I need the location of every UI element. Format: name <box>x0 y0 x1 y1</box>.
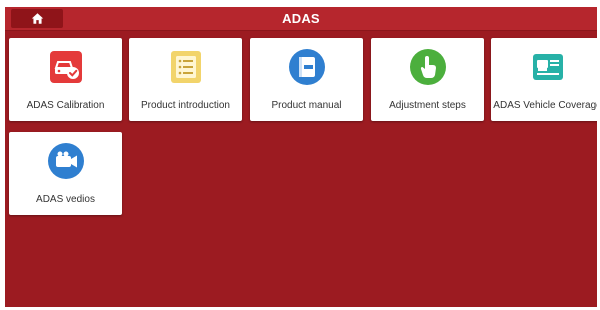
tile-product-introduction[interactable]: Product introduction <box>129 38 242 121</box>
tile-label: Adjustment steps <box>389 100 466 111</box>
tile-adas-calibration[interactable]: ADAS Calibration <box>9 38 122 121</box>
tile-adjustment-steps[interactable]: Adjustment steps <box>371 38 484 121</box>
tile-label: Product introduction <box>141 100 230 111</box>
vehicle-card-icon <box>528 47 568 87</box>
tile-product-manual[interactable]: Product manual <box>250 38 363 121</box>
manual-book-icon <box>287 47 327 87</box>
touch-hand-icon <box>408 47 448 87</box>
video-camera-icon <box>46 141 86 181</box>
car-check-icon <box>46 47 86 87</box>
header-bar: ADAS <box>5 7 597 31</box>
tile-adas-vehicle-coverage[interactable]: ADAS Vehicle Coverage <box>491 38 597 121</box>
tile-label: ADAS Calibration <box>26 100 105 111</box>
tile-label: ADAS vedios <box>36 194 95 205</box>
tile-adas-vedios[interactable]: ADAS vedios <box>9 132 122 215</box>
page-title: ADAS <box>282 11 320 26</box>
tile-label: Product manual <box>271 100 342 111</box>
list-icon <box>166 47 206 87</box>
app-screen: ADAS ADAS Calibration Product introducti… <box>5 7 597 307</box>
tile-label: ADAS Vehicle Coverage <box>493 100 597 111</box>
